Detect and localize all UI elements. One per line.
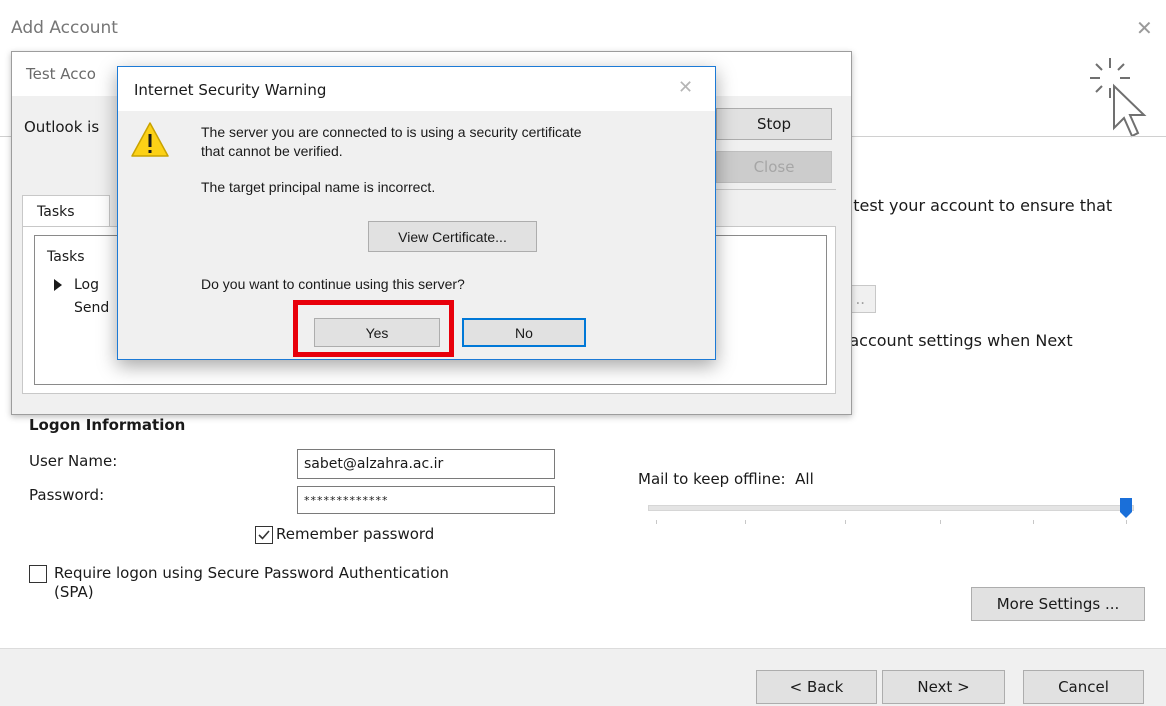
test-dialog-title: Test Acco: [26, 65, 96, 83]
slider-tick: [1126, 520, 1127, 524]
slider-tick: [745, 520, 746, 524]
security-dialog-close-icon[interactable]: ✕: [678, 77, 693, 98]
tasks-list-header: Tasks: [47, 249, 85, 265]
username-input[interactable]: sabet@alzahra.ac.ir: [297, 449, 555, 479]
security-dialog-title: Internet Security Warning: [134, 81, 327, 99]
description-text-partial: u test your account to ensure that: [838, 196, 1113, 215]
logon-section-title: Logon Information: [29, 416, 186, 434]
auto-test-text-partial: t account settings when Next: [838, 331, 1073, 350]
mail-offline-label: Mail to keep offline: All: [638, 470, 814, 488]
remember-password-label: Remember password: [276, 525, 435, 543]
slider-tick: [845, 520, 846, 524]
next-button[interactable]: Next >: [882, 670, 1005, 704]
slider-thumb[interactable]: [1120, 498, 1132, 518]
tab-tasks[interactable]: Tasks: [22, 195, 110, 227]
divider-line: [716, 189, 836, 190]
more-settings-button[interactable]: More Settings ...: [971, 587, 1145, 621]
back-button[interactable]: < Back: [756, 670, 877, 704]
checkmark-icon: [258, 530, 270, 540]
mail-offline-label-text: Mail to keep offline:: [638, 470, 786, 488]
spa-checkbox[interactable]: [29, 565, 47, 583]
spa-label-line1: Require logon using Secure Password Auth…: [54, 564, 449, 582]
warning-message-line2: that cannot be verified.: [201, 143, 343, 159]
tab-tasks-label: Tasks: [37, 204, 75, 220]
no-button[interactable]: No: [462, 318, 586, 347]
mail-offline-slider[interactable]: [648, 496, 1138, 532]
close-button: Close: [716, 151, 832, 183]
spa-label-line2: (SPA): [54, 583, 94, 601]
close-window-icon[interactable]: ✕: [1136, 16, 1153, 40]
stop-button[interactable]: Stop: [716, 108, 832, 140]
task-item-logon: Log: [74, 277, 100, 293]
remember-password-checkbox[interactable]: [255, 526, 273, 544]
slider-track: [648, 505, 1134, 511]
warning-icon: [131, 122, 169, 157]
cancel-button[interactable]: Cancel: [1023, 670, 1144, 704]
slider-tick: [656, 520, 657, 524]
warning-message-line1: The server you are connected to is using…: [201, 124, 582, 140]
slider-tick: [940, 520, 941, 524]
current-task-arrow-icon: [54, 279, 62, 291]
cursor-sparkle-icon: [1090, 58, 1147, 138]
username-label: User Name:: [29, 452, 118, 470]
task-item-send: Send: [74, 300, 110, 316]
slider-tick: [1033, 520, 1034, 524]
password-label: Password:: [29, 486, 105, 504]
password-input[interactable]: *************: [297, 486, 555, 514]
yes-button-highlight: [293, 300, 454, 357]
continue-question: Do you want to continue using this serve…: [201, 276, 465, 292]
view-certificate-button[interactable]: View Certificate...: [368, 221, 537, 252]
window-title: Add Account: [11, 18, 118, 38]
mail-offline-value: All: [795, 470, 814, 488]
warning-message-line3: The target principal name is incorrect.: [201, 179, 436, 195]
test-status-text: Outlook is: [24, 118, 100, 136]
